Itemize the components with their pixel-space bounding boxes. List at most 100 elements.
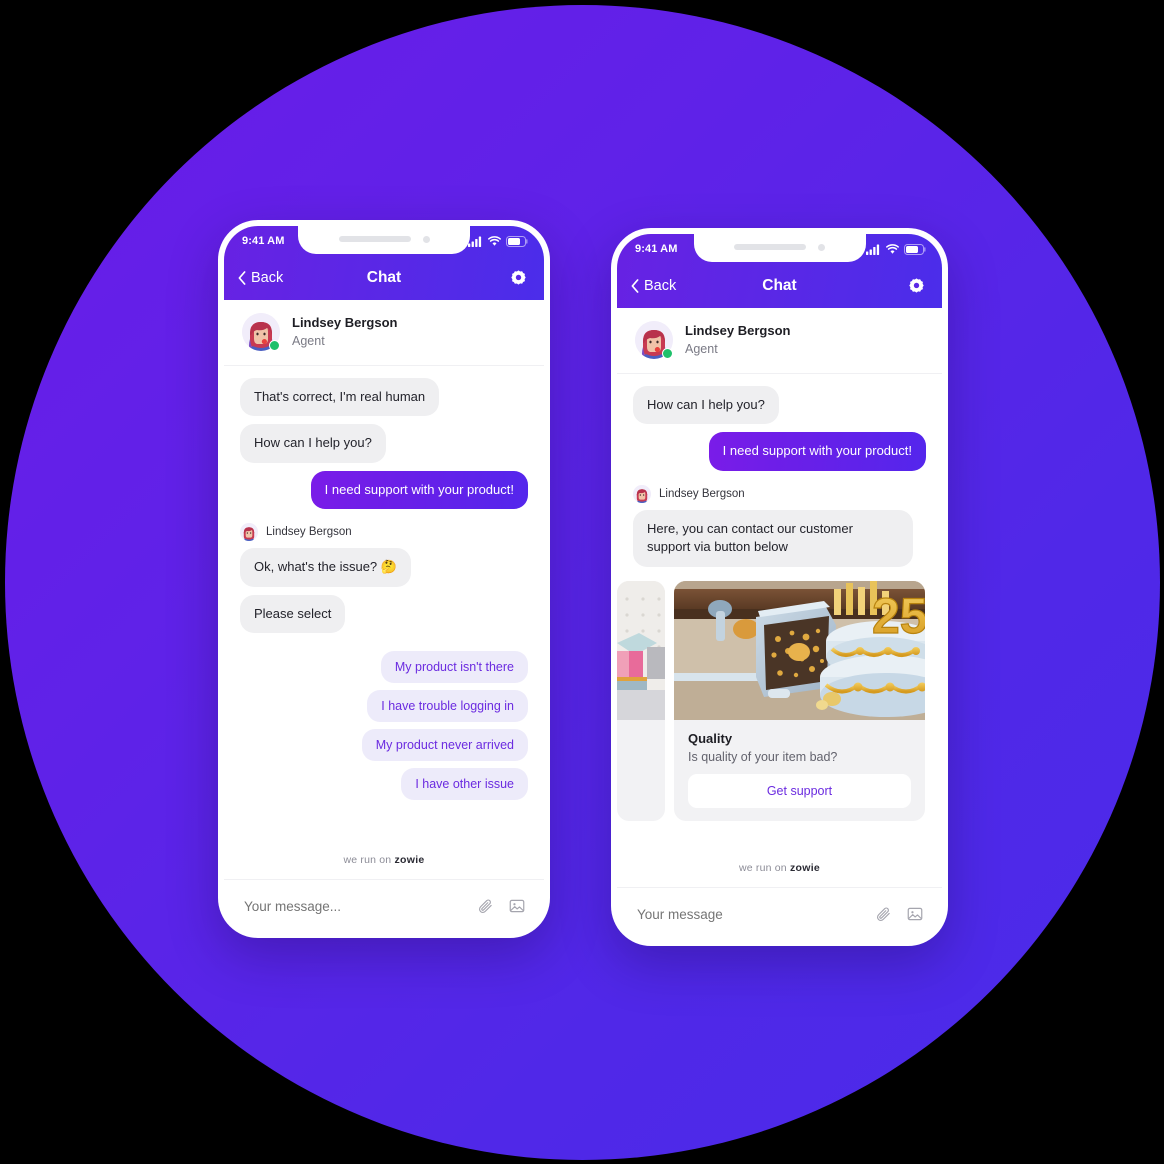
- app-header-left: 9:41 AM Back Chat: [224, 226, 544, 300]
- nav-bar-left: Back Chat: [224, 256, 544, 300]
- product-card-peek[interactable]: [617, 580, 665, 821]
- product-card-image: [617, 580, 665, 720]
- quick-reply-list: My product isn't there I have trouble lo…: [240, 651, 528, 801]
- backdrop-circle: [5, 5, 1160, 1160]
- agent-name: Lindsey Bergson: [685, 322, 791, 338]
- branding-name: zowie: [394, 854, 425, 866]
- agent-info-row-right: Lindsey Bergson Agent: [617, 308, 942, 374]
- agent-details: Lindsey Bergson Agent: [292, 314, 397, 351]
- chevron-left-icon: [631, 279, 639, 293]
- image-icon: [509, 899, 525, 913]
- product-card-image: 25: [674, 580, 925, 720]
- phone-screen-right: 9:41 AM Back Chat Lindsey Bergson Agent …: [617, 234, 942, 940]
- product-card-title: Quality: [688, 730, 733, 746]
- quick-reply-chip[interactable]: I have other issue: [401, 768, 528, 801]
- phone-notch: [693, 234, 866, 262]
- avatar: [242, 313, 280, 351]
- agent-message-bubble: Please select: [240, 594, 346, 634]
- settings-button[interactable]: [509, 269, 528, 288]
- get-support-button[interactable]: Get support: [688, 773, 911, 808]
- wifi-icon: [886, 243, 899, 254]
- message-row: I need support with your product!: [633, 432, 926, 471]
- branding-footer-right: we run on zowie: [617, 850, 942, 888]
- online-status-indicator: [269, 340, 280, 351]
- online-status-indicator: [662, 348, 673, 359]
- message-input[interactable]: [242, 897, 463, 915]
- sender-avatar: [633, 484, 651, 503]
- branding-name: zowie: [789, 862, 821, 874]
- memoji-avatar-icon: [633, 484, 651, 503]
- image-icon: [907, 907, 923, 921]
- agent-info-row-left: Lindsey Bergson Agent: [224, 300, 544, 366]
- avatar: [635, 321, 673, 359]
- message-composer-left: [224, 880, 544, 932]
- message-input[interactable]: [635, 905, 861, 923]
- message-sender-row: Lindsey Bergson: [240, 523, 528, 542]
- signal-icon: [866, 244, 880, 255]
- quick-reply-chip[interactable]: My product isn't there: [380, 651, 528, 684]
- product-card-quality[interactable]: 25 Quality Is quality of your item bad? …: [674, 580, 925, 821]
- phone-mockup-left: 9:41 AM Back Chat Lindsey Bergson Agent …: [218, 220, 550, 938]
- paperclip-icon: [479, 899, 492, 913]
- message-row: I need support with your product!: [240, 470, 528, 510]
- message-list-left: That's correct, I'm real human How can I…: [224, 366, 544, 842]
- gear-icon: [511, 269, 526, 285]
- back-button-label: Back: [644, 278, 677, 294]
- paperclip-icon: [877, 907, 890, 921]
- gear-icon: [909, 277, 924, 293]
- status-icons-left: [468, 235, 528, 247]
- status-icons-right: [866, 243, 926, 255]
- nav-bar-right: Back Chat: [617, 264, 942, 308]
- agent-role: Agent: [292, 334, 325, 349]
- back-button[interactable]: Back: [238, 270, 283, 286]
- message-composer-right: [617, 888, 942, 940]
- message-row: Ok, what's the issue? 🤔: [240, 548, 528, 587]
- branding-prefix: we run on: [738, 862, 790, 874]
- phone-screen-left: 9:41 AM Back Chat Lindsey Bergson Agent …: [224, 226, 544, 932]
- quick-reply-chip[interactable]: I have trouble logging in: [367, 690, 528, 723]
- status-time: 9:41 AM: [635, 243, 678, 255]
- toaster-cake-render-icon: 25: [674, 580, 925, 720]
- message-row: How can I help you?: [240, 424, 528, 463]
- message-row: How can I help you?: [633, 386, 926, 425]
- product-card-carousel[interactable]: 25 Quality Is quality of your item bad? …: [617, 580, 926, 821]
- wifi-icon: [488, 235, 501, 246]
- product-render-pink-icon: [617, 580, 665, 720]
- message-row: Please select: [240, 594, 528, 634]
- speaker-grille-icon: [734, 244, 806, 250]
- attach-image-button[interactable]: [508, 897, 526, 915]
- sender-avatar: [240, 523, 258, 542]
- attach-file-button[interactable]: [477, 898, 494, 915]
- message-sender-name: Lindsey Bergson: [659, 487, 745, 500]
- product-card-body: [617, 720, 665, 774]
- attach-image-button[interactable]: [906, 905, 924, 923]
- attach-file-button[interactable]: [875, 906, 892, 923]
- agent-name: Lindsey Bergson: [292, 314, 398, 330]
- phone-notch: [298, 226, 470, 254]
- agent-message-bubble: That's correct, I'm real human: [240, 378, 440, 417]
- agent-details: Lindsey Bergson Agent: [685, 322, 790, 359]
- battery-icon: [506, 235, 528, 247]
- agent-message-bubble: Here, you can contact our customer suppo…: [633, 509, 913, 567]
- signal-icon: [468, 236, 482, 247]
- phone-mockup-right: 9:41 AM Back Chat Lindsey Bergson Agent …: [611, 228, 948, 946]
- quick-reply-chip[interactable]: My product never arrived: [361, 729, 528, 762]
- app-header-right: 9:41 AM Back Chat: [617, 234, 942, 308]
- message-sender-name: Lindsey Bergson: [266, 526, 352, 539]
- agent-message-bubble: How can I help you?: [633, 386, 779, 425]
- user-message-bubble: I need support with your product!: [310, 470, 528, 510]
- status-bar-right: 9:41 AM: [617, 234, 942, 264]
- message-sender-row: Lindsey Bergson: [633, 484, 926, 503]
- message-row: Here, you can contact our customer suppo…: [633, 509, 926, 567]
- front-camera-icon: [422, 235, 430, 243]
- agent-message-bubble: How can I help you?: [240, 424, 386, 463]
- settings-button[interactable]: [907, 277, 926, 296]
- branding-footer-left: we run on zowie: [224, 842, 544, 880]
- agent-message-bubble: Ok, what's the issue? 🤔: [240, 548, 411, 587]
- back-button-label: Back: [251, 270, 284, 286]
- branding-prefix: we run on: [343, 854, 395, 866]
- status-bar-left: 9:41 AM: [224, 226, 544, 256]
- svg-text:25: 25: [872, 588, 925, 644]
- chevron-left-icon: [238, 271, 246, 285]
- back-button[interactable]: Back: [631, 278, 676, 294]
